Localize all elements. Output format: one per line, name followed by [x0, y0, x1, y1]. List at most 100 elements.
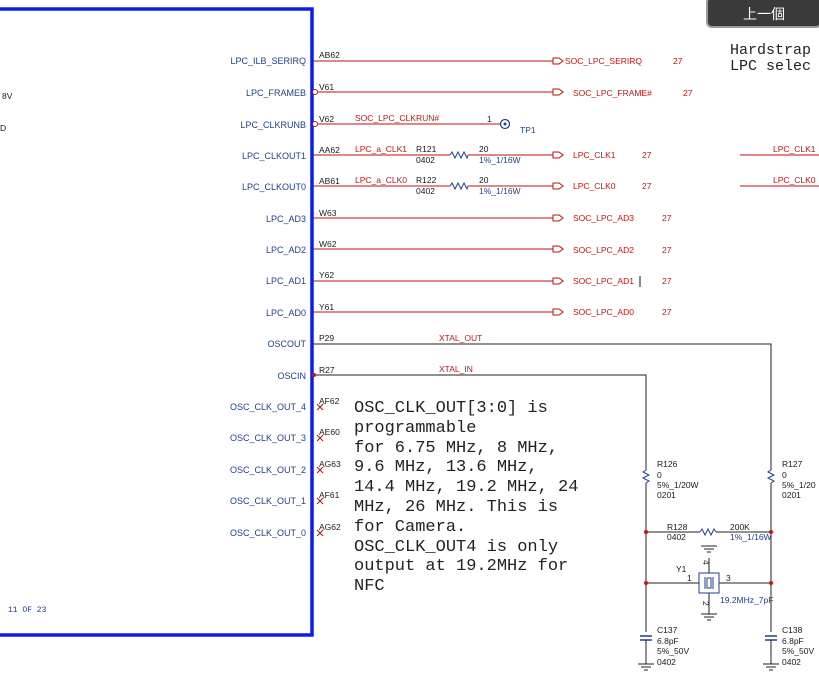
- tp1-label: TP1: [520, 125, 536, 135]
- net-label: LPC_CLK1: [573, 150, 616, 160]
- pin-name: LPC_CLKRUNB: [240, 120, 306, 130]
- offpage-connector: [552, 151, 564, 159]
- c137-pkg: 0402: [657, 657, 676, 667]
- schematic: 8V D 11 OF 23 LPC_ILB_SERIRQ LPC_FRAMEB …: [0, 7, 819, 671]
- r122-pkg: 0402: [416, 186, 435, 196]
- c138-tol: 5%_50V: [782, 646, 814, 656]
- pin-name: OSC_CLK_OUT_0: [230, 528, 306, 538]
- r121-tol: 1%_1/16W: [479, 155, 521, 165]
- crystal-y1: [698, 572, 720, 594]
- r128-value: 200K: [730, 522, 750, 532]
- resistor-r127: [766, 469, 776, 484]
- r128-tol: 1%_1/16W: [730, 532, 772, 542]
- pin-name: LPC_ILB_SERIRQ: [230, 56, 306, 66]
- r128-pkg: 0402: [667, 532, 686, 542]
- y1-pin1: 1: [687, 573, 692, 583]
- inverted-pin-marker: [312, 121, 318, 127]
- ball-number: AB61: [319, 176, 340, 186]
- ball-number: Y62: [319, 270, 334, 280]
- pin-name: LPC_CLKOUT0: [242, 182, 306, 192]
- note-line: 9.6 MHz, 13.6 MHz,: [354, 458, 538, 477]
- previous-button[interactable]: 上一個: [706, 0, 819, 28]
- c137-tol: 5%_50V: [657, 646, 689, 656]
- hardstrap-line: Hardstrap: [730, 42, 811, 59]
- note-line: programmable: [354, 419, 476, 438]
- resistor-r121: [449, 150, 469, 160]
- note-line: OSC_CLK_OUT4 is only: [354, 538, 558, 557]
- ball-number: W63: [319, 208, 337, 218]
- ball-number: V62: [319, 114, 334, 124]
- c138-pkg: 0402: [782, 657, 801, 667]
- pin-name: OSC_CLK_OUT_3: [230, 433, 306, 443]
- r127-tol: 5%_1/20: [782, 480, 816, 490]
- left-fragment-v: 8V: [2, 91, 13, 101]
- r126-value: 0: [657, 470, 662, 480]
- net-xtal-out: XTAL_OUT: [439, 333, 482, 343]
- note-line: NFC: [354, 577, 385, 596]
- far-net-label: LPC_CLK0: [773, 175, 816, 185]
- c138-value: 6.8pF: [782, 636, 804, 646]
- net-xtal-in: XTAL_IN: [439, 364, 473, 374]
- r127-value: 0: [782, 470, 787, 480]
- resistor-r128: [699, 527, 717, 537]
- pin-name: LPC_AD3: [266, 214, 306, 224]
- c137-value: 6.8pF: [657, 636, 679, 646]
- pin-name: OSC_CLK_OUT_1: [230, 496, 306, 506]
- page-ref: 27: [662, 213, 672, 223]
- c138-ref: C138: [782, 625, 803, 635]
- pin-name: OSC_CLK_OUT_4: [230, 402, 306, 412]
- net-label: LPC_a_CLK1: [355, 144, 407, 154]
- offpage-connector: [552, 182, 564, 190]
- ball-number: AB62: [319, 50, 340, 60]
- net-label: LPC_a_CLK0: [355, 175, 407, 185]
- y1-pin3: 3: [726, 573, 731, 583]
- ball-number: R27: [319, 365, 335, 375]
- r127-ref: R127: [782, 459, 803, 469]
- testpoint-dot: [503, 122, 507, 126]
- page-ref: 27: [642, 181, 652, 191]
- c137-ref: C137: [657, 625, 678, 635]
- note-line: 14.4 MHz, 19.2 MHz, 24: [354, 478, 578, 497]
- pin-name: LPC_AD2: [266, 245, 306, 255]
- pin-name: OSCIN: [277, 371, 306, 381]
- note-line: MHz, 26 MHz. This is: [354, 498, 558, 517]
- resistor-r122: [449, 181, 469, 191]
- pin-name: LPC_CLKOUT1: [242, 151, 306, 161]
- net-label: SOC_LPC_FRAME#: [573, 88, 652, 98]
- net-label: SOC_LPC_AD0: [573, 307, 634, 317]
- r126-ref: R126: [657, 459, 678, 469]
- offpage-connector: [552, 88, 564, 96]
- page-label: 11 OF 23: [8, 606, 47, 615]
- junction-dot: [644, 530, 648, 534]
- ic-body: [0, 7, 314, 637]
- hardstrap-line: LPC selec: [730, 58, 811, 75]
- pin-name: LPC_AD1: [266, 276, 306, 286]
- resistor-r126: [641, 469, 651, 484]
- r122-value: 20: [479, 175, 489, 185]
- net-label: SOC_LPC_AD1: [573, 276, 634, 286]
- offpage-connector: [552, 214, 564, 222]
- note-line: OSC_CLK_OUT[3:0] is: [354, 399, 548, 418]
- y1-pin4: 4: [701, 560, 711, 565]
- net-label: SOC_LPC_AD3: [573, 213, 634, 223]
- net-label: SOC_LPC_SERIRQ: [565, 56, 642, 66]
- crystal-element: [706, 577, 712, 589]
- pin-name: OSCOUT: [267, 339, 306, 349]
- note-line: for 6.75 MHz, 8 MHz,: [354, 439, 558, 458]
- net-label: LPC_CLK0: [573, 181, 616, 191]
- y1-freq: 19.2MHz_7pF: [720, 595, 773, 605]
- r126-pkg: 0201: [657, 490, 676, 500]
- r122-ref: R122: [416, 175, 437, 185]
- r121-pkg: 0402: [416, 155, 435, 165]
- r121-ref: R121: [416, 144, 437, 154]
- offpage-connector: [552, 308, 564, 316]
- ball-number: V61: [319, 82, 334, 92]
- junction-dot: [769, 581, 773, 585]
- oscin-marker: [312, 373, 316, 377]
- junction-dot: [644, 581, 648, 585]
- pin-name: OSC_CLK_OUT_2: [230, 465, 306, 475]
- page-ref: 27: [673, 56, 683, 66]
- offpage-connector: [552, 277, 564, 285]
- r122-tol: 1%_1/16W: [479, 186, 521, 196]
- page-ref: 27: [683, 88, 693, 98]
